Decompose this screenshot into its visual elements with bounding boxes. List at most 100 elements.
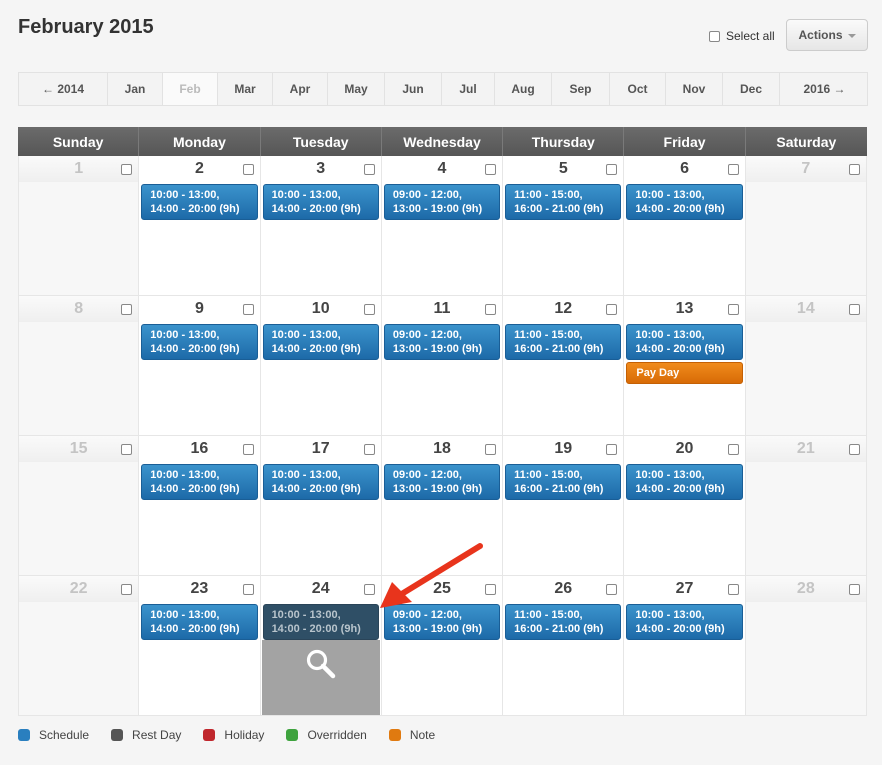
day-header: 24 xyxy=(261,576,381,602)
day-checkbox[interactable] xyxy=(727,444,739,455)
legend-label: Overridden xyxy=(307,728,367,742)
month-nav-item[interactable]: Aug xyxy=(495,73,552,105)
day-checkbox[interactable] xyxy=(606,164,618,175)
schedule-event[interactable]: 09:00 - 12:00, 13:00 - 19:00 (9h) xyxy=(383,324,501,360)
schedule-event[interactable]: 10:00 - 13:00, 14:00 - 20:00 (9h) xyxy=(141,184,258,220)
day-cell[interactable]: 22 xyxy=(18,576,140,716)
month-nav-item[interactable]: Feb xyxy=(163,73,218,105)
select-all-checkbox[interactable] xyxy=(709,30,720,42)
day-cell[interactable]: 12 11:00 - 15:00, 16:00 - 21:00 (9h) xyxy=(503,296,625,436)
red-arrow-icon xyxy=(380,543,483,608)
day-checkbox[interactable] xyxy=(485,304,497,315)
day-cell[interactable]: 3 10:00 - 13:00, 14:00 - 20:00 (9h) xyxy=(260,156,382,296)
day-cell[interactable]: 16 10:00 - 13:00, 14:00 - 20:00 (9h) xyxy=(139,436,261,576)
magnifier-icon[interactable] xyxy=(305,648,337,680)
schedule-event[interactable]: 09:00 - 12:00, 13:00 - 19:00 (9h) xyxy=(383,184,501,220)
day-checkbox[interactable] xyxy=(848,444,860,455)
day-checkbox[interactable] xyxy=(606,304,618,315)
month-nav-item[interactable]: Sep xyxy=(552,73,610,105)
day-cell[interactable]: 6 10:00 - 13:00, 14:00 - 20:00 (9h) xyxy=(624,156,746,296)
day-checkbox[interactable] xyxy=(727,304,739,315)
day-cell[interactable]: 24 10:00 - 13:00, 14:00 - 20:00 (9h) xyxy=(260,576,382,716)
select-all[interactable]: Select all xyxy=(709,29,775,43)
schedule-event[interactable]: 10:00 - 13:00, 14:00 - 20:00 (9h) xyxy=(141,464,258,500)
day-checkbox[interactable] xyxy=(121,304,133,315)
day-checkbox[interactable] xyxy=(363,164,375,175)
day-cell[interactable]: 15 xyxy=(18,436,140,576)
month-nav-item[interactable]: May xyxy=(328,73,385,105)
schedule-event[interactable]: 10:00 - 13:00, 14:00 - 20:00 (9h) xyxy=(262,464,379,500)
month-nav-item[interactable]: Jun xyxy=(385,73,442,105)
legend-item: Note xyxy=(388,728,435,742)
month-nav-item[interactable]: Dec xyxy=(723,73,780,105)
day-checkbox[interactable] xyxy=(606,444,618,455)
day-header: 13 xyxy=(624,296,744,322)
day-checkbox[interactable] xyxy=(363,304,375,315)
month-nav-item[interactable]: ← 2014 xyxy=(19,73,108,105)
schedule-event[interactable]: 10:00 - 13:00, 14:00 - 20:00 (9h) xyxy=(262,324,379,360)
day-cell[interactable]: 21 xyxy=(745,436,867,576)
day-checkbox[interactable] xyxy=(848,304,860,315)
hover-overlay[interactable] xyxy=(261,640,380,715)
day-cell[interactable]: 23 10:00 - 13:00, 14:00 - 20:00 (9h) xyxy=(139,576,261,716)
schedule-event[interactable]: 10:00 - 13:00, 14:00 - 20:00 (9h) xyxy=(626,324,743,360)
schedule-event[interactable]: 10:00 - 13:00, 14:00 - 20:00 (9h) xyxy=(262,184,379,220)
month-nav-item[interactable]: Jan xyxy=(108,73,163,105)
day-cell[interactable]: 27 10:00 - 13:00, 14:00 - 20:00 (9h) xyxy=(624,576,746,716)
day-checkbox[interactable] xyxy=(242,304,254,315)
month-nav-item[interactable]: 2016 → xyxy=(780,73,869,105)
schedule-event[interactable]: 10:00 - 13:00, 14:00 - 20:00 (9h) xyxy=(626,464,743,500)
day-number: 26 xyxy=(554,580,573,597)
day-cell[interactable]: 9 10:00 - 13:00, 14:00 - 20:00 (9h) xyxy=(139,296,261,436)
day-header: 2 xyxy=(139,156,259,182)
day-checkbox[interactable] xyxy=(727,164,739,175)
day-cell[interactable]: 13 10:00 - 13:00, 14:00 - 20:00 (9h) Pay Da… xyxy=(624,296,746,436)
note-event[interactable]: Pay Day xyxy=(626,362,743,384)
day-cell[interactable]: 5 11:00 - 15:00, 16:00 - 21:00 (9h) xyxy=(503,156,625,296)
month-nav-item[interactable]: Mar xyxy=(218,73,273,105)
day-cell[interactable]: 19 11:00 - 15:00, 16:00 - 21:00 (9h) xyxy=(503,436,625,576)
day-cell[interactable]: 8 xyxy=(18,296,140,436)
schedule-event[interactable]: 11:00 - 15:00, 16:00 - 21:00 (9h) xyxy=(505,604,622,640)
month-nav-item[interactable]: Oct xyxy=(610,73,666,105)
day-checkbox[interactable] xyxy=(242,444,254,455)
day-checkbox[interactable] xyxy=(606,584,618,595)
schedule-event[interactable]: 10:00 - 13:00, 14:00 - 20:00 (9h) xyxy=(141,604,258,640)
day-cell[interactable]: 1 xyxy=(18,156,140,296)
day-cell[interactable]: 10 10:00 - 13:00, 14:00 - 20:00 (9h) xyxy=(260,296,382,436)
day-cell[interactable]: 2 10:00 - 13:00, 14:00 - 20:00 (9h) xyxy=(139,156,261,296)
day-cell[interactable]: 28 xyxy=(745,576,867,716)
day-checkbox[interactable] xyxy=(848,584,860,595)
day-cell[interactable]: 20 10:00 - 13:00, 14:00 - 20:00 (9h) xyxy=(624,436,746,576)
day-cell[interactable]: 7 xyxy=(745,156,867,296)
actions-button[interactable]: Actions xyxy=(786,19,868,51)
schedule-event[interactable]: 09:00 - 12:00, 13:00 - 19:00 (9h) xyxy=(383,464,501,500)
month-nav-item[interactable]: Jul xyxy=(442,73,495,105)
month-nav-item[interactable]: Nov xyxy=(666,73,723,105)
schedule-event[interactable]: 11:00 - 15:00, 16:00 - 21:00 (9h) xyxy=(505,184,622,220)
day-cell[interactable]: 11 09:00 - 12:00, 13:00 - 19:00 (9h) xyxy=(381,296,504,436)
day-checkbox[interactable] xyxy=(485,164,497,175)
day-checkbox[interactable] xyxy=(121,444,133,455)
schedule-event[interactable]: 10:00 - 13:00, 14:00 - 20:00 (9h) xyxy=(626,604,743,640)
schedule-event[interactable]: 10:00 - 13:00, 14:00 - 20:00 (9h) xyxy=(262,604,379,640)
day-cell[interactable]: 17 10:00 - 13:00, 14:00 - 20:00 (9h) xyxy=(260,436,382,576)
schedule-line: 10:00 - 13:00, xyxy=(635,469,705,481)
day-checkbox[interactable] xyxy=(121,164,133,175)
day-checkbox[interactable] xyxy=(727,584,739,595)
month-nav-item[interactable]: Apr xyxy=(273,73,328,105)
day-checkbox[interactable] xyxy=(485,444,497,455)
day-cell[interactable]: 26 11:00 - 15:00, 16:00 - 21:00 (9h) xyxy=(503,576,625,716)
day-checkbox[interactable] xyxy=(363,444,375,455)
day-checkbox[interactable] xyxy=(242,584,254,595)
schedule-event[interactable]: 11:00 - 15:00, 16:00 - 21:00 (9h) xyxy=(505,464,622,500)
day-header: 6 xyxy=(624,156,744,182)
day-cell[interactable]: 4 09:00 - 12:00, 13:00 - 19:00 (9h) xyxy=(381,156,504,296)
day-checkbox[interactable] xyxy=(121,584,133,595)
day-cell[interactable]: 14 xyxy=(745,296,867,436)
schedule-event[interactable]: 11:00 - 15:00, 16:00 - 21:00 (9h) xyxy=(505,324,622,360)
schedule-event[interactable]: 10:00 - 13:00, 14:00 - 20:00 (9h) xyxy=(141,324,258,360)
schedule-event[interactable]: 10:00 - 13:00, 14:00 - 20:00 (9h) xyxy=(626,184,743,220)
day-checkbox[interactable] xyxy=(242,164,254,175)
day-checkbox[interactable] xyxy=(848,164,860,175)
